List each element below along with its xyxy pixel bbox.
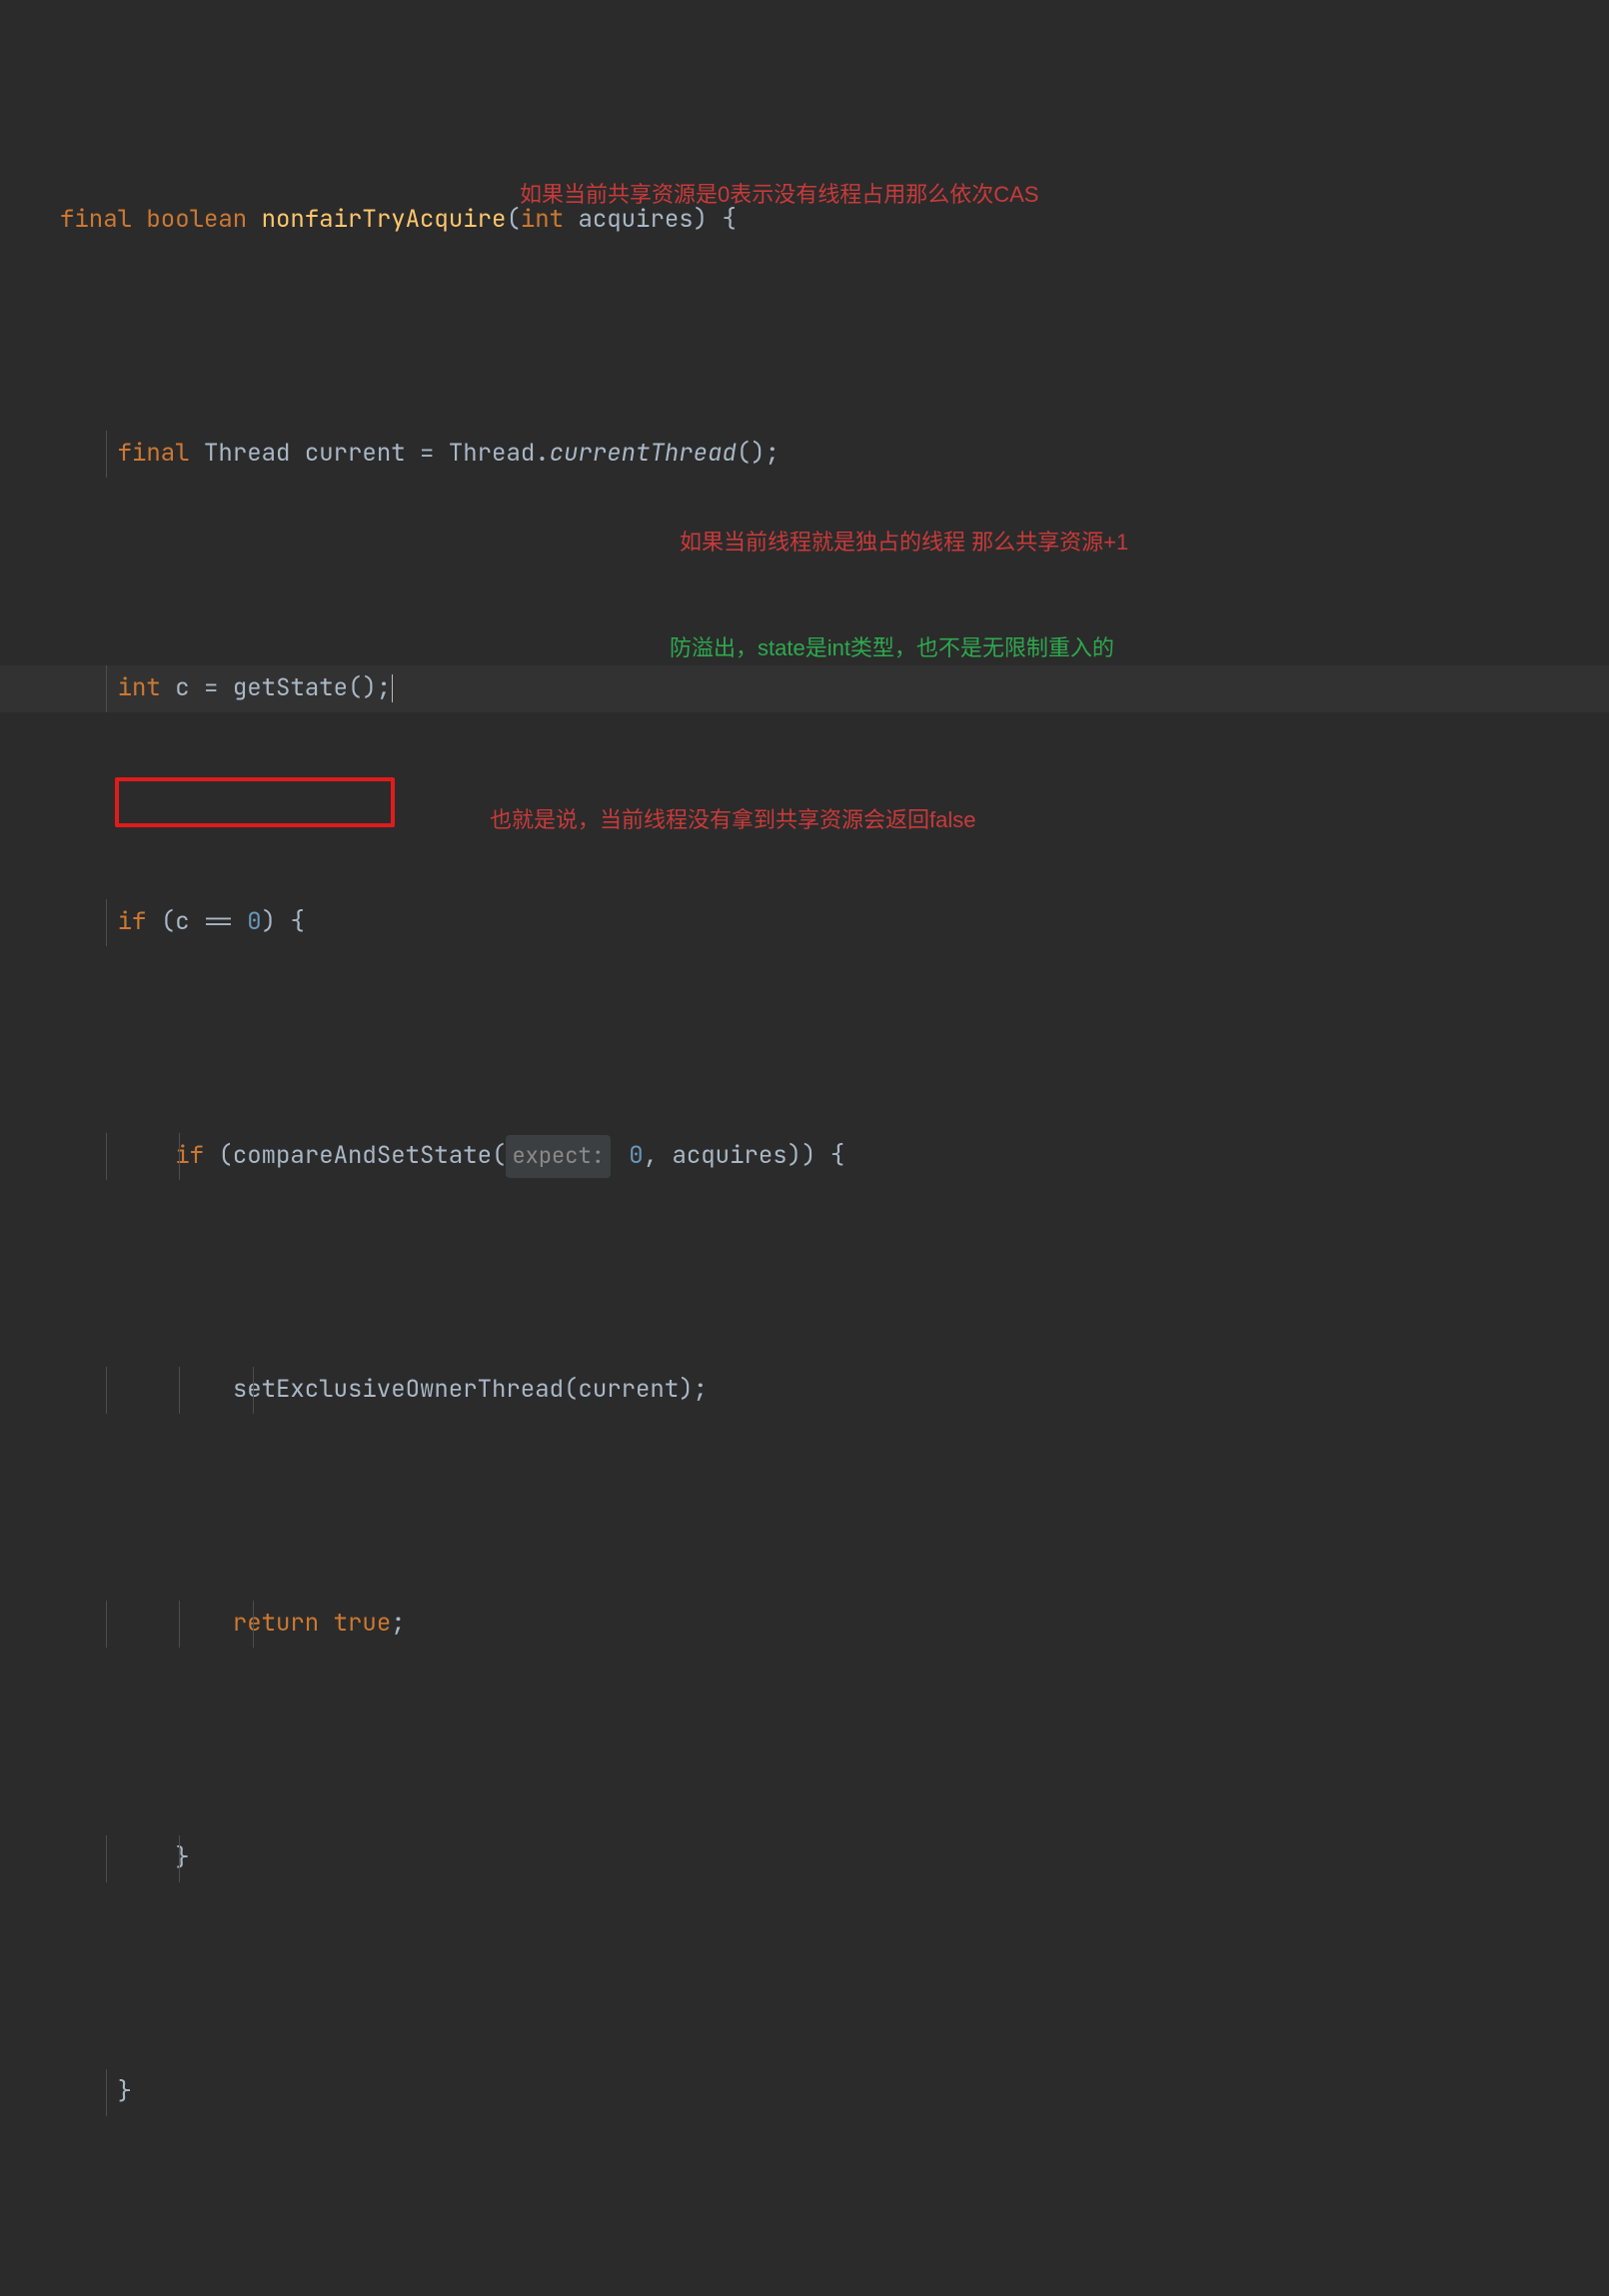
code-line[interactable]: if (compareAndSetState(expect: 0, acquir… [0, 1133, 1609, 1180]
method-currentThread: currentThread [550, 431, 737, 478]
code-line[interactable]: } [0, 2069, 1609, 2116]
keyword-final: final [60, 197, 132, 244]
method-name: nonfairTryAcquire [262, 197, 507, 244]
annotation-overflow: 防溢出，state是int类型，也不是无限制重入的 [670, 627, 1114, 670]
code-line[interactable]: if (c == 0) { [0, 899, 1609, 946]
keyword-boolean: boolean [146, 197, 247, 244]
code-line[interactable]: } [0, 1835, 1609, 1882]
code-line[interactable]: setExclusiveOwnerThread(current); [0, 1367, 1609, 1414]
inlay-hint-expect: expect: [506, 1135, 610, 1178]
highlight-box-return-false [115, 777, 395, 827]
annotation-cas: 如果当前共享资源是0表示没有线程占用那么依次CAS [520, 174, 1038, 217]
code-line[interactable]: final Thread current = Thread.currentThr… [0, 431, 1609, 478]
code-line-current[interactable]: int c = getState(); [0, 665, 1609, 712]
code-editor[interactable]: final boolean nonfairTryAcquire(int acqu… [0, 10, 1609, 2296]
annotation-return-false: 也就是说，当前线程没有拿到共享资源会返回false [490, 799, 975, 842]
text-caret [392, 674, 393, 702]
annotation-reentrant: 如果当前线程就是独占的线程 那么共享资源+1 [680, 522, 1128, 565]
code-line[interactable]: return true; [0, 1601, 1609, 1648]
